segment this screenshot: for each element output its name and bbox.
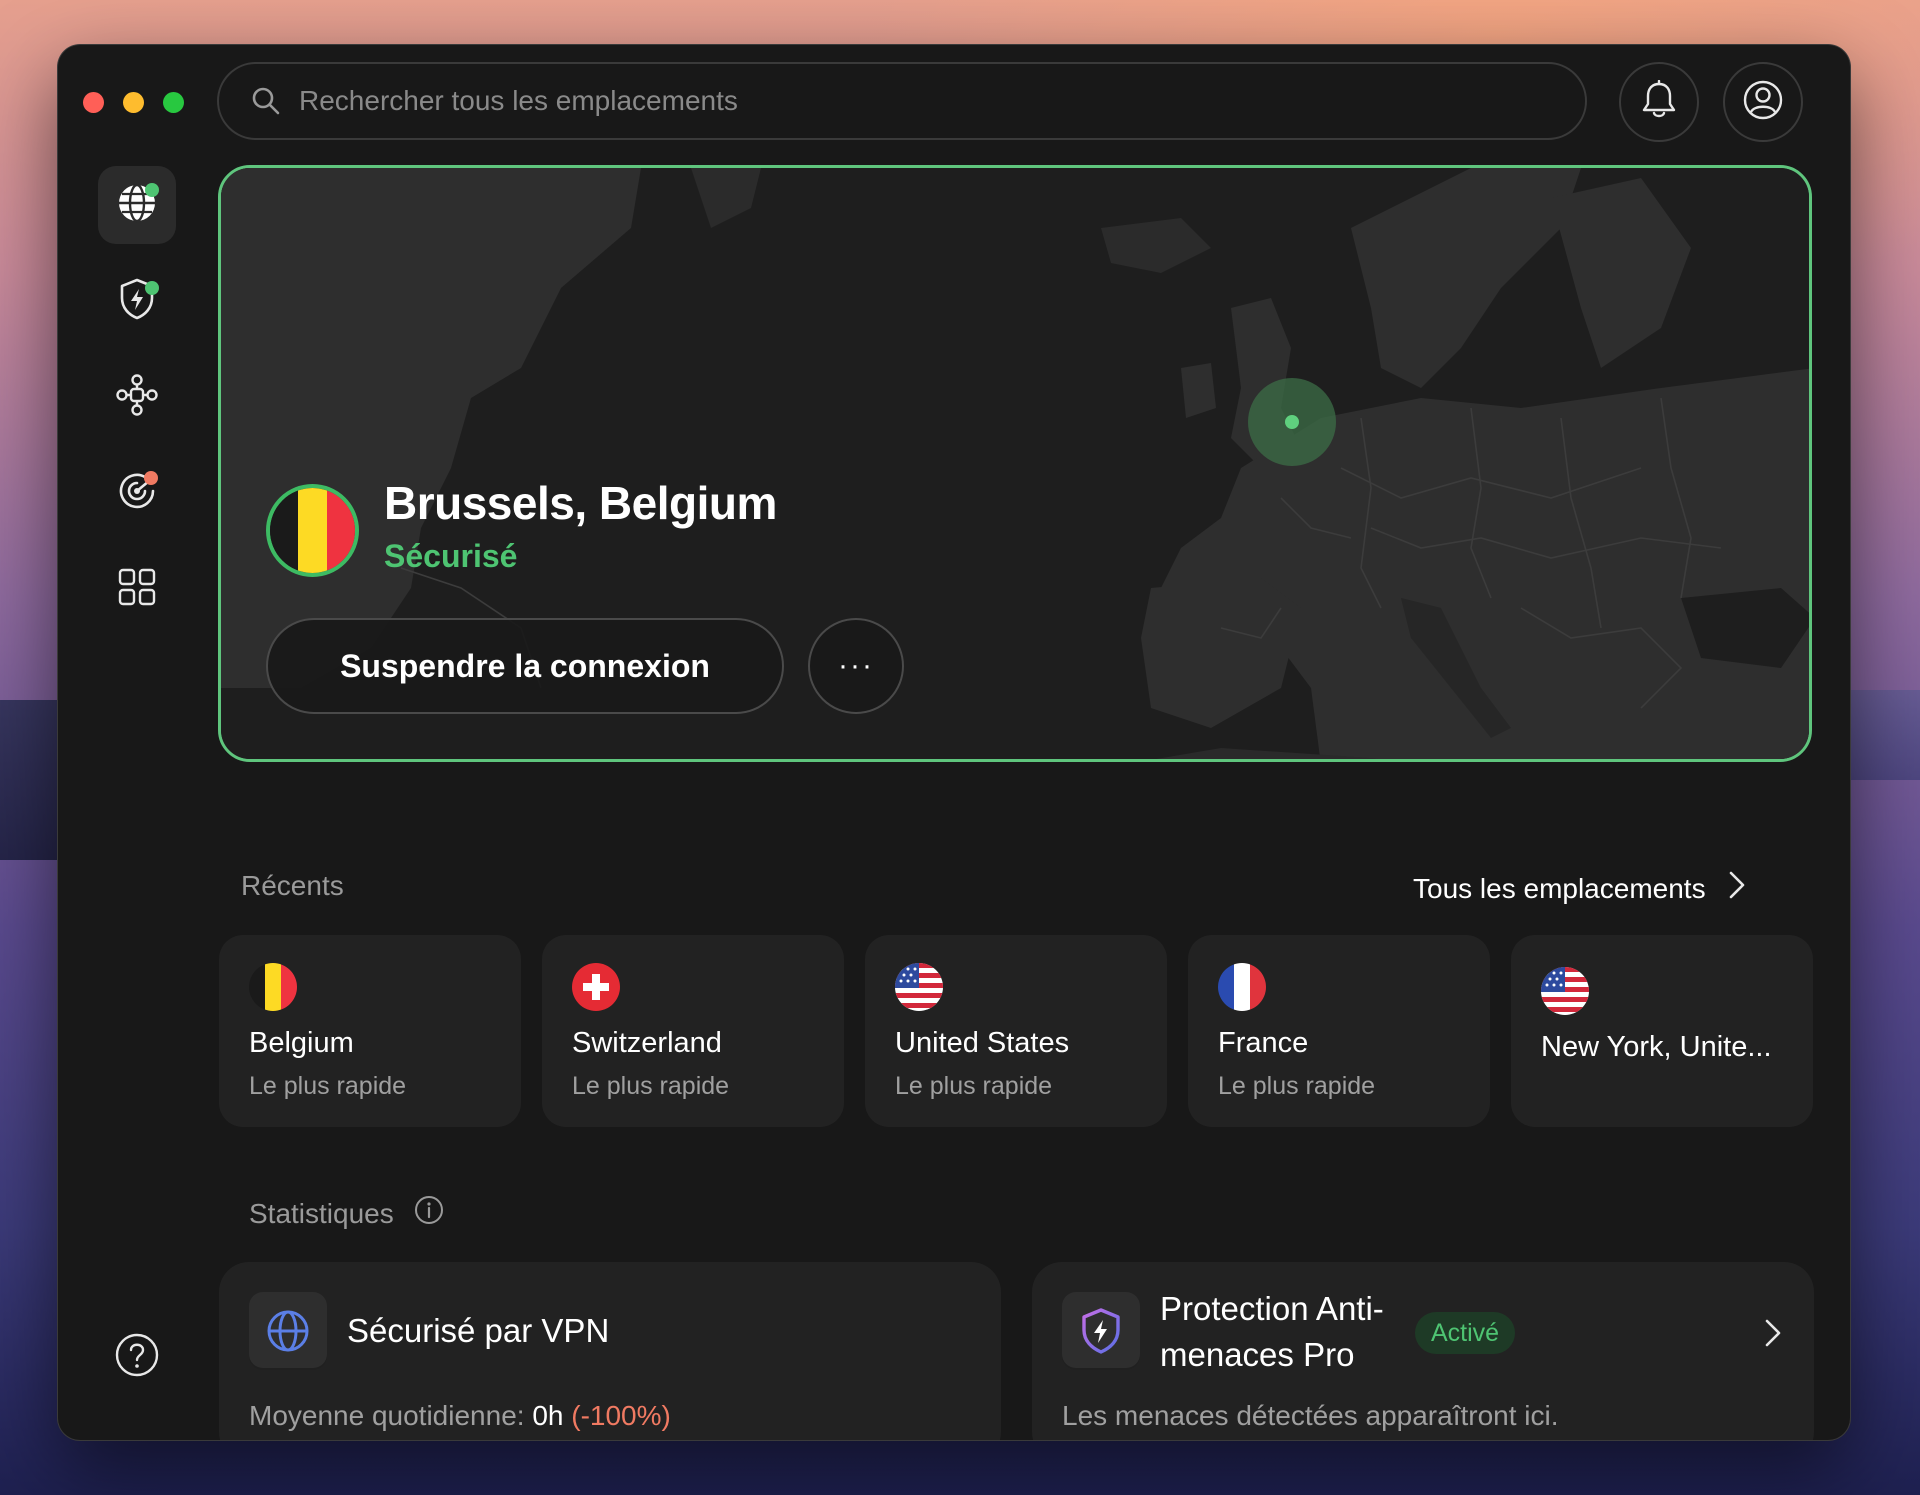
connected-location: Brussels, Belgium [384,477,777,529]
info-icon[interactable] [414,1195,444,1232]
account-button[interactable] [1723,62,1803,142]
belgium-flag-icon [249,963,297,1011]
shield-bolt-icon [1062,1292,1140,1370]
sidebar-item-apps[interactable] [98,550,176,628]
recent-location-sub: Le plus rapide [1218,1072,1376,1100]
help-icon [114,1333,160,1382]
recent-location-name: United States [895,1027,1070,1059]
protection-indicator-dot [145,281,159,295]
sidebar-item-locations[interactable] [98,166,176,244]
search-icon [249,84,283,118]
recents-label: Récents [241,870,344,901]
app-window: Brussels, Belgium Sécurisé Suspendre la … [58,45,1850,1440]
notifications-button[interactable] [1619,62,1699,142]
united-states-flag-icon [895,963,943,1011]
mesh-network-icon [115,373,159,422]
all-locations-link[interactable]: Tous les emplacements [1413,870,1746,907]
maximize-window-button[interactable] [163,92,184,113]
sidebar-item-dark-web-monitor[interactable] [98,454,176,532]
recent-location-name: France [1218,1027,1309,1059]
account-icon [1742,79,1784,126]
france-flag-icon [1218,963,1266,1011]
vpn-stats-title: Sécurisé par VPN [347,1312,610,1349]
recent-location-card[interactable]: Switzerland Le plus rapide [542,935,844,1127]
alert-indicator-dot [144,471,158,485]
recent-location-sub: Le plus rapide [572,1072,730,1100]
wallpaper-skyline [1850,690,1920,780]
threats-empty-message: Les menaces détectées apparaîtront ici. [1062,1400,1559,1431]
vpn-stats-card[interactable]: Sécurisé par VPN Moyenne quotidienne: 0h… [219,1262,1001,1440]
recent-location-sub: Le plus rapide [895,1072,1053,1100]
recent-location-card[interactable]: Belgium Le plus rapide [219,935,521,1127]
pause-connection-button[interactable]: Suspendre la connexion [266,618,784,714]
connection-status: Sécurisé [384,538,518,574]
sidebar-item-meshnet[interactable] [98,358,176,436]
grid-icon [117,567,157,612]
search-input[interactable] [297,63,1585,139]
daily-average-label: Moyenne quotidienne: [249,1400,533,1431]
recent-location-card[interactable]: France Le plus rapide [1188,935,1490,1127]
statistics-header: Statistiques [249,1195,444,1232]
all-locations-label: Tous les emplacements [1413,872,1706,904]
united-states-flag-icon [1541,967,1589,1015]
daily-average-change: (-100%) [571,1400,671,1431]
daily-average-value: 0h [532,1400,564,1431]
daily-average: Moyenne quotidienne: 0h (-100%) [249,1400,671,1432]
sidebar-item-threat-protection[interactable] [98,262,176,340]
statistics-label: Statistiques [249,1197,394,1229]
threat-protection-card[interactable]: Protection Anti- menaces Pro Activé Les … [1032,1262,1814,1440]
recent-location-sub: Le plus rapide [249,1072,407,1100]
recent-location-card[interactable]: United States Le plus rapide [865,935,1167,1127]
minimize-window-button[interactable] [123,92,144,113]
recent-location-name: New York, Unite... [1541,1031,1772,1063]
threat-protection-title: Protection Anti- menaces Pro [1160,1290,1384,1373]
chevron-right-icon[interactable] [1764,1318,1782,1353]
connected-indicator-dot [145,183,159,197]
chevron-right-icon [1728,870,1746,907]
belgium-flag-icon [266,484,359,577]
search-bar[interactable] [217,62,1587,140]
recent-location-card[interactable]: New York, Unite... [1511,935,1813,1127]
wallpaper-bridge [0,700,60,860]
close-window-button[interactable] [83,92,104,113]
switzerland-flag-icon [572,963,620,1011]
more-options-button[interactable]: ··· [808,618,904,714]
recent-location-name: Switzerland [572,1027,722,1059]
vpn-globe-icon [249,1292,327,1370]
help-button[interactable] [114,1332,160,1378]
status-badge: Activé [1415,1312,1516,1354]
recent-location-name: Belgium [249,1027,354,1059]
connection-card: Brussels, Belgium Sécurisé Suspendre la … [218,165,1812,762]
bell-icon [1640,79,1678,125]
